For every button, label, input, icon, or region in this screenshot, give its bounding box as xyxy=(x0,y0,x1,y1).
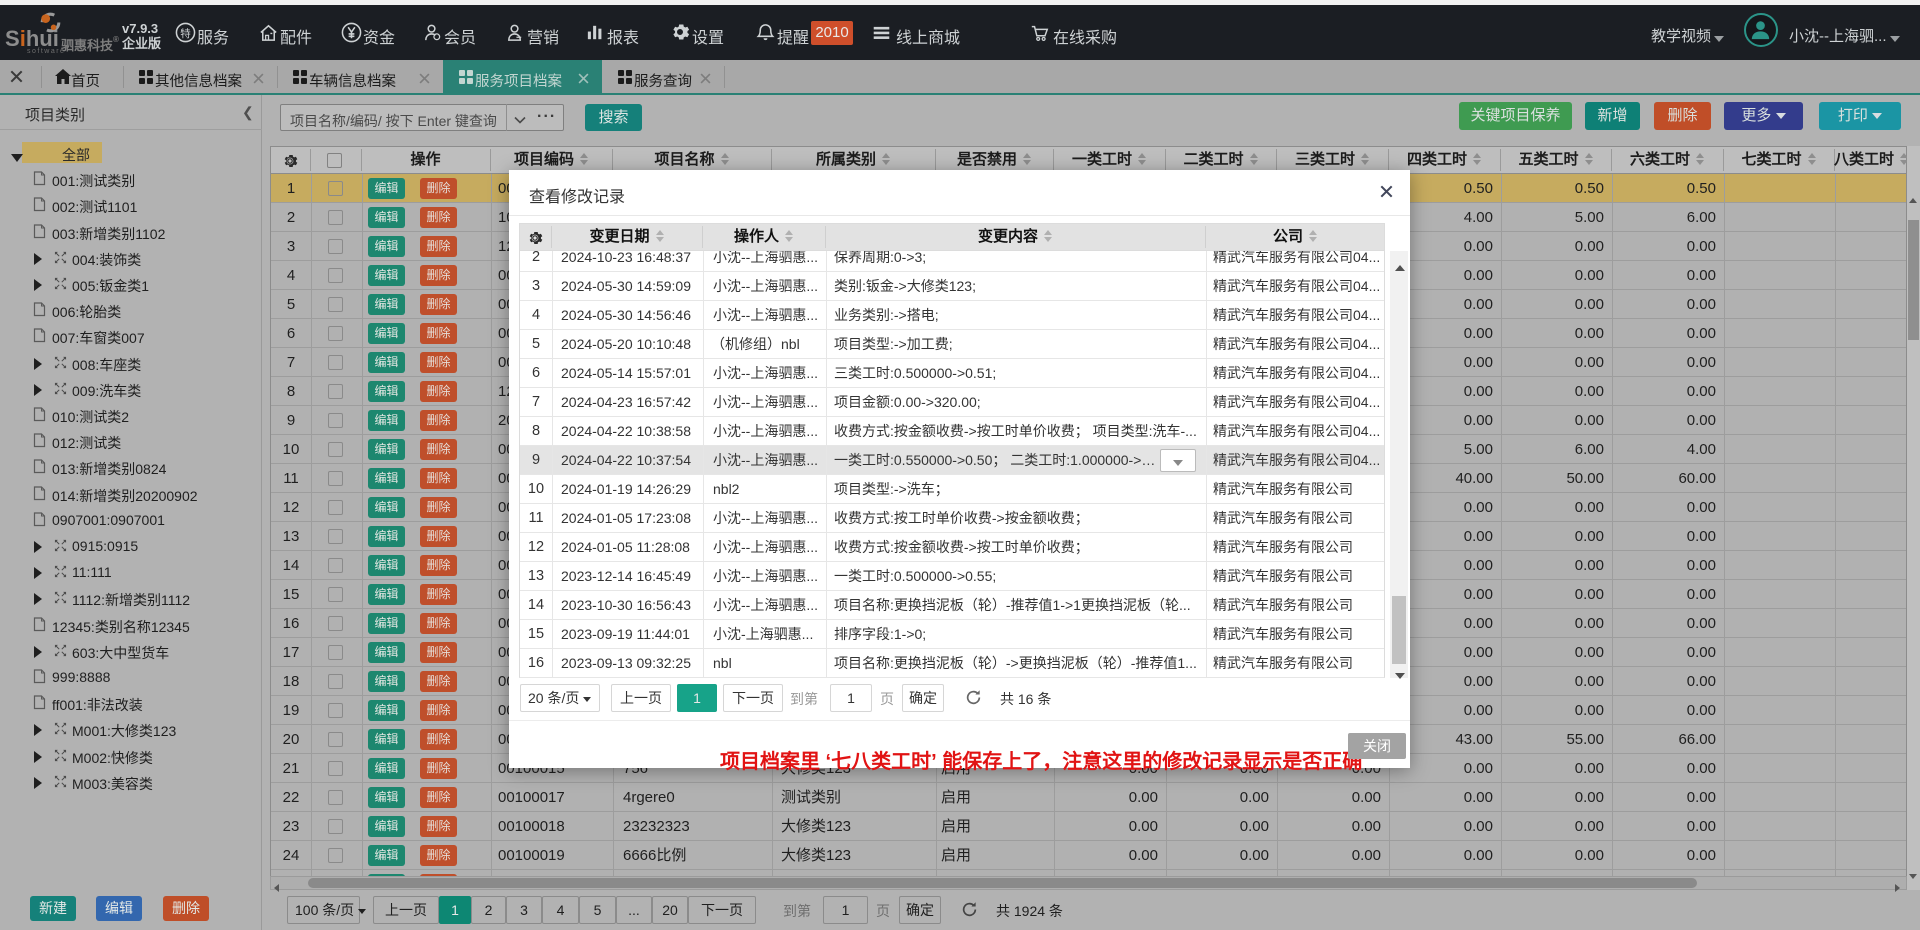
svg-text:特: 特 xyxy=(180,28,191,40)
